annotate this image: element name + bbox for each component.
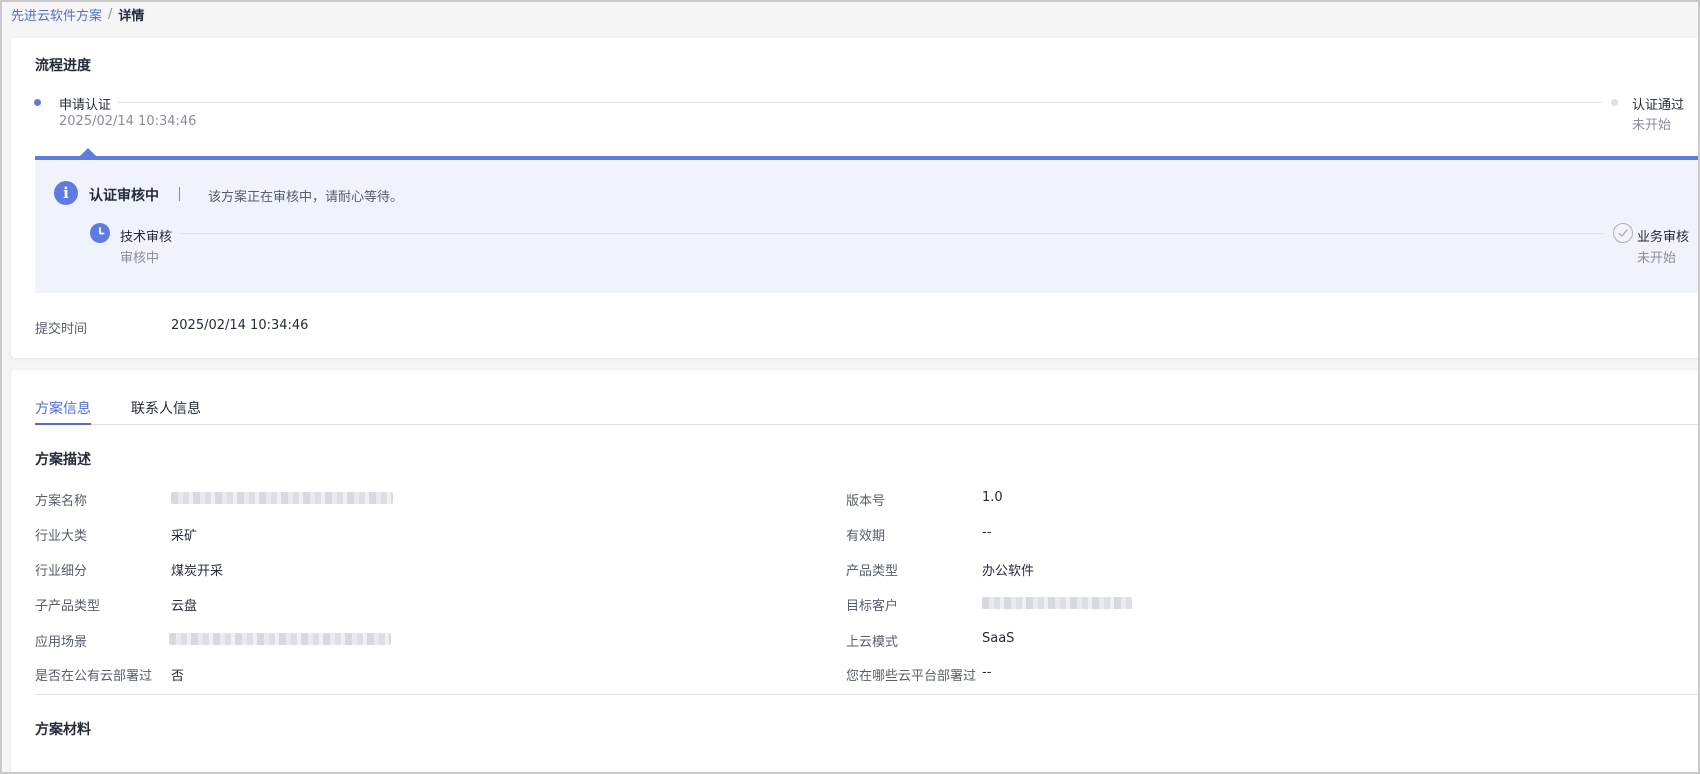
field-label-sub-product-type: 子产品类型 — [35, 599, 101, 614]
check-circle-icon — [1613, 223, 1633, 243]
tab-scheme-info[interactable]: 方案信息 — [35, 398, 91, 418]
field-label-industry-sub: 行业细分 — [35, 564, 88, 579]
section-divider — [35, 694, 1700, 695]
field-label-validity: 有效期 — [846, 529, 886, 544]
field-label-product-type: 产品类型 — [846, 564, 899, 579]
field-value-version: 1.0 — [982, 490, 1003, 505]
field-label-version: 版本号 — [846, 494, 886, 509]
field-value-target-customer-redacted — [982, 597, 1132, 609]
step-label-apply: 申请认证 — [59, 98, 112, 113]
materials-title: 方案材料 — [35, 722, 91, 738]
substep-line — [179, 233, 1604, 234]
description-title: 方案描述 — [35, 452, 91, 468]
field-value-cloud-mode: SaaS — [982, 631, 1015, 646]
step-status-approved: 未开始 — [1632, 118, 1672, 133]
info-icon: i — [54, 181, 78, 205]
field-label-scenario: 应用场景 — [35, 635, 88, 650]
field-label-cloud-mode: 上云模式 — [846, 635, 899, 650]
clock-icon — [90, 223, 110, 243]
field-value-product-type: 办公软件 — [982, 564, 1035, 579]
field-value-scenario-redacted — [169, 633, 391, 645]
breadcrumb-current: 详情 — [118, 9, 145, 24]
breadcrumb: 先进云软件方案 / 详情 — [11, 5, 144, 24]
field-label-industry: 行业大类 — [35, 529, 88, 544]
field-value-industry: 采矿 — [171, 529, 198, 544]
tab-active-indicator — [35, 423, 91, 425]
status-title: 认证审核中 — [89, 188, 159, 204]
field-value-industry-sub: 煤炭开采 — [171, 564, 224, 579]
scheme-card: 方案信息 联系人信息 方案描述 方案名称 行业大类 采矿 行业细分 煤炭开采 子… — [11, 370, 1700, 774]
submit-time-value: 2025/02/14 10:34:46 — [171, 318, 309, 333]
step-dot-approved — [1611, 99, 1618, 106]
substep-status-tech: 审核中 — [120, 251, 160, 266]
step-time-apply: 2025/02/14 10:34:46 — [59, 114, 197, 129]
field-value-validity: -- — [982, 525, 992, 540]
panel-pointer — [80, 148, 96, 156]
substep-label-business: 业务审核 — [1637, 230, 1690, 245]
field-value-public-cloud: 否 — [171, 669, 185, 684]
process-card: 流程进度 申请认证 认证通过 2025/02/14 10:34:46 未开始 i… — [11, 38, 1700, 358]
process-title: 流程进度 — [35, 58, 91, 74]
field-label-deployed-platforms: 您在哪些云平台部署过 — [846, 669, 977, 684]
step-dot-apply — [34, 99, 41, 106]
field-value-scheme-name-redacted — [171, 492, 393, 504]
field-value-sub-product-type: 云盘 — [171, 599, 198, 614]
breadcrumb-separator: / — [108, 7, 113, 22]
progress-line — [117, 102, 1602, 103]
substep-status-business: 未开始 — [1637, 251, 1677, 266]
submit-time-label: 提交时间 — [35, 322, 88, 337]
status-message: 该方案正在审核中，请耐心等待。 — [208, 190, 404, 205]
status-panel: i 认证审核中 该方案正在审核中，请耐心等待。 技术审核 业务审核 审核中 未开… — [35, 156, 1700, 293]
field-label-scheme-name: 方案名称 — [35, 494, 88, 509]
breadcrumb-link-parent[interactable]: 先进云软件方案 — [11, 5, 102, 24]
step-label-approved: 认证通过 — [1632, 98, 1685, 113]
substep-label-tech: 技术审核 — [120, 230, 173, 245]
field-value-deployed-platforms: -- — [982, 665, 992, 680]
tabs-border — [35, 424, 1700, 425]
tab-contact-info[interactable]: 联系人信息 — [131, 398, 201, 418]
field-label-target-customer: 目标客户 — [846, 599, 899, 614]
field-label-public-cloud: 是否在公有云部署过 — [35, 669, 153, 684]
title-separator — [179, 187, 180, 201]
